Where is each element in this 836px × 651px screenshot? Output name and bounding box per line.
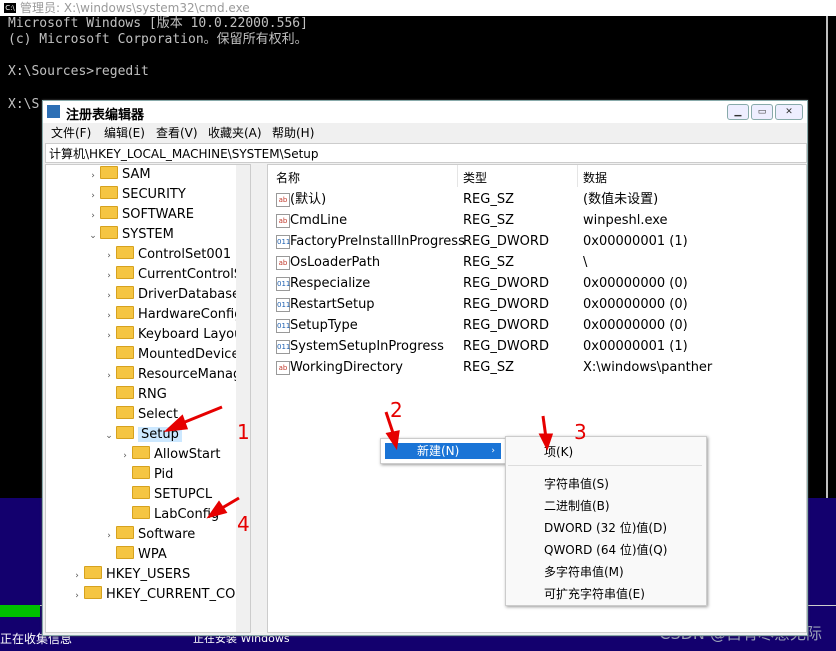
annotation-1: 1 [237,420,250,444]
annotation-3: 3 [574,420,587,444]
annotation-arrows [163,405,554,519]
arrow-2-head [385,430,400,451]
arrow-4 [221,496,240,510]
arrow-1-head [163,414,189,432]
annotation-4: 4 [237,512,250,536]
annotation-2: 2 [390,398,403,422]
arrow-4-head [206,500,228,519]
arrow-3-head [538,433,554,451]
arrow-1 [179,405,223,426]
